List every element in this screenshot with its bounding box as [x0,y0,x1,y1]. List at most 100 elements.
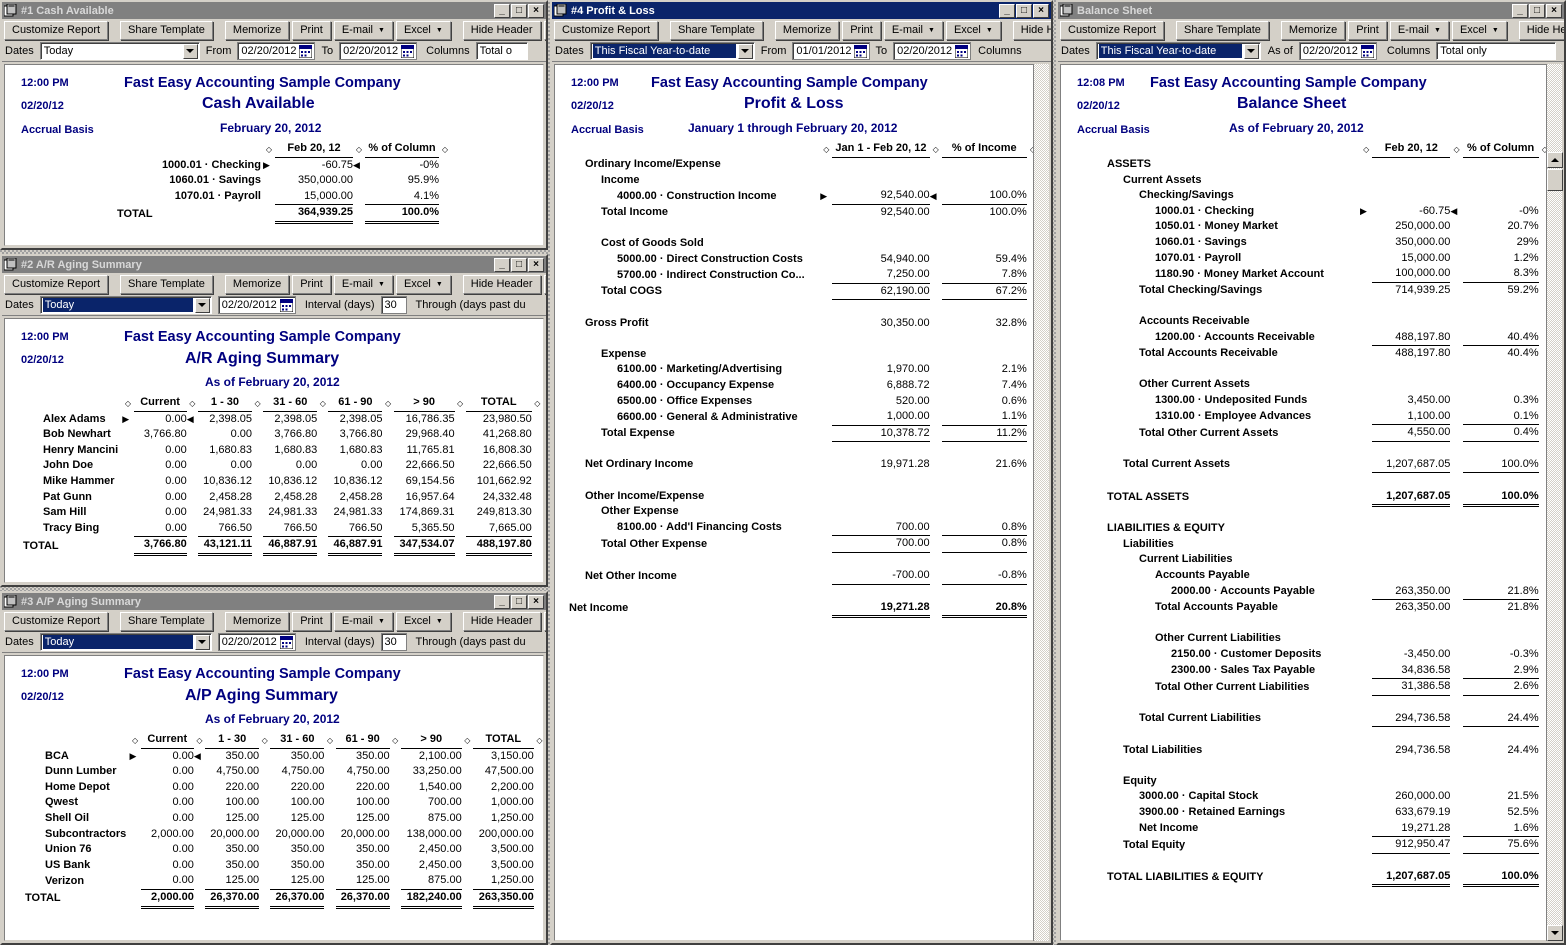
table-row[interactable]: Henry Mancini0.001,680.831,680.831,680.8… [23,443,543,459]
row-expand-icon[interactable]: ▶ [129,748,140,764]
table-row[interactable]: 1180.90 · Money Market Account100,000.00… [1091,266,1548,282]
email-button[interactable]: E-mail▼ [334,612,393,631]
row-expand-icon[interactable]: ▶ [820,188,832,204]
maximize-button[interactable]: □ [511,4,527,18]
table-row[interactable]: 1060.01 · Savings 350,000.00 95.9% [115,173,451,189]
table-row[interactable]: 6100.00 · Marketing/Advertising1,970.002… [569,362,1037,378]
email-button[interactable]: E-mail▼ [334,275,393,294]
memorize-button[interactable]: Memorize [775,21,839,40]
table-row[interactable]: Net Income19,271.281.6% [1091,821,1548,837]
column-sort-handle[interactable]: ◇ [455,395,466,411]
column-sort-handle[interactable]: ◇ [532,395,543,411]
table-row[interactable]: Total Other Current Assets4,550.000.4% [1091,425,1548,442]
hide-header-button[interactable]: Hide Header [1519,21,1564,40]
table-row[interactable]: Total Income92,540.00100.0% [569,204,1037,220]
hide-header-button[interactable]: Hide Head [1013,21,1051,40]
table-row[interactable]: Pat Gunn0.002,458.282,458.282,458.2816,9… [23,490,543,506]
table-row[interactable]: BCA▶0.00◀350.00350.00350.002,100.003,150… [25,748,544,764]
chevron-down-icon[interactable] [195,298,210,313]
table-row[interactable]: Current Liabilities [1091,552,1548,568]
export-button[interactable]: Exp [544,612,546,631]
table-row[interactable]: 6500.00 · Office Expenses520.000.6% [569,394,1037,410]
memorize-button[interactable]: Memorize [1281,21,1345,40]
table-row[interactable]: 2150.00 · Customer Deposits-3,450.00-0.3… [1091,647,1548,663]
chevron-down-icon[interactable] [738,44,753,59]
row-select-icon[interactable]: ◀ [1450,204,1462,220]
table-row[interactable]: Union 760.00350.00350.00350.002,450.003,… [25,842,544,858]
table-row[interactable]: Total Expense10,378.7211.2% [569,425,1037,442]
column-header[interactable]: 61 - 90 [328,395,382,411]
memorize-button[interactable]: Memorize [225,275,289,294]
column-header[interactable]: TOTAL [473,732,534,748]
close-button[interactable]: × [528,258,544,272]
column-header[interactable]: 1 - 30 [198,395,252,411]
scrollbar-thumb[interactable] [1547,169,1563,191]
column-sort-handle[interactable]: ◇ [1450,141,1462,157]
column-header[interactable]: % of Column [365,141,439,157]
chevron-down-icon[interactable] [183,44,198,59]
column-sort-handle[interactable]: ◇ [129,732,140,748]
share-template-button[interactable]: Share Template [1176,21,1269,40]
table-row[interactable]: Subcontractors2,000.0020,000.0020,000.00… [25,827,544,843]
table-row[interactable]: Total Other Current Liabilities31,386.58… [1091,679,1548,696]
column-header[interactable]: Feb 20, 12 [1372,141,1450,157]
table-row[interactable]: TOTAL ASSETS1,207,687.05100.0% [1091,489,1548,506]
hide-header-button[interactable]: Hide Header [463,612,541,631]
dates-select[interactable]: Today [40,42,200,60]
table-row[interactable]: Other Income/Expense [569,489,1037,505]
table-row[interactable]: 1000.01 · Checking▶-60.75◀-0% [1091,204,1548,220]
maximize-button[interactable]: □ [511,595,527,609]
column-header[interactable]: % of Income [942,141,1027,157]
titlebar-profit-and-loss[interactable]: #4 Profit & Loss _ □ × [552,2,1051,19]
asof-date-input[interactable]: 02/20/2012 [218,633,296,651]
column-header[interactable]: 1 - 30 [205,732,259,748]
excel-button[interactable]: Excel▼ [396,275,451,294]
column-sort-handle[interactable]: ◇ [439,141,451,157]
column-header[interactable]: Current [134,395,187,411]
table-row[interactable]: Expense [569,347,1037,363]
table-row[interactable]: Accounts Payable [1091,568,1548,584]
titlebar-ap-aging-summary[interactable]: #3 A/P Aging Summary _ □ × [2,593,546,610]
row-expand-icon[interactable]: ▶ [122,411,133,427]
column-header[interactable]: TOTAL [466,395,532,411]
table-row[interactable]: Total Equity912,950.4775.6% [1091,837,1548,854]
print-button[interactable]: Print [1348,21,1387,40]
table-row[interactable]: TOTAL LIABILITIES & EQUITY1,207,687.0510… [1091,869,1548,886]
minimize-button[interactable]: _ [999,4,1015,18]
window-ap-aging-summary[interactable]: #3 A/P Aging Summary _ □ × Customize Rep… [0,591,548,945]
close-button[interactable]: × [1546,4,1562,18]
asof-date-input[interactable]: 02/20/2012 [218,296,296,314]
table-row[interactable]: Alex Adams▶0.00◀2,398.052,398.052,398.05… [23,411,543,427]
table-row[interactable]: Bob Newhart3,766.800.003,766.803,766.802… [23,427,543,443]
table-row[interactable]: 5000.00 · Direct Construction Costs54,94… [569,252,1037,268]
table-row[interactable]: 5700.00 · Indirect Construction Co...7,2… [569,267,1037,283]
table-row[interactable]: Qwest0.00100.00100.00100.00700.001,000.0… [25,795,544,811]
column-header[interactable]: Feb 20, 12 [275,141,353,157]
table-row[interactable]: 3900.00 · Retained Earnings633,679.1952.… [1091,805,1548,821]
minimize-button[interactable]: _ [1512,4,1528,18]
window-balance-sheet[interactable]: Balance Sheet _ □ × Customize Report Sha… [1056,0,1566,945]
column-header[interactable]: 61 - 90 [336,732,390,748]
table-row[interactable]: 2300.00 · Sales Tax Payable34,836.582.9% [1091,663,1548,679]
table-row[interactable]: 1000.01 · Checking ▶ -60.75 ◀ -0% [115,157,451,173]
excel-button[interactable]: Excel▼ [396,612,451,631]
table-row[interactable]: 6400.00 · Occupancy Expense6,888.727.4% [569,378,1037,394]
column-header[interactable]: Jan 1 - Feb 20, 12 [832,141,929,157]
from-date-input[interactable]: 01/01/2012 [792,42,870,60]
chevron-down-icon[interactable] [1244,44,1259,59]
table-row[interactable]: John Doe0.000.000.000.0022,666.5022,666.… [23,458,543,474]
column-sort-handle[interactable]: ◇ [263,141,275,157]
table-row[interactable]: Total Current Assets1,207,687.05100.0% [1091,457,1548,473]
close-button[interactable]: × [528,4,544,18]
print-button[interactable]: Print [292,612,331,631]
excel-button[interactable]: Excel▼ [946,21,1001,40]
table-row[interactable]: Home Depot0.00220.00220.00220.001,540.00… [25,780,544,796]
table-row[interactable]: ASSETS [1091,157,1548,173]
from-date-input[interactable]: 02/20/2012 [237,42,315,60]
table-row[interactable]: 3000.00 · Capital Stock260,000.0021.5% [1091,789,1548,805]
table-row[interactable]: Mike Hammer0.0010,836.1210,836.1210,836.… [23,474,543,490]
row-expand-icon[interactable]: ▶ [263,157,275,173]
memorize-button[interactable]: Memorize [225,612,289,631]
vertical-scrollbar[interactable] [1546,64,1562,941]
excel-button[interactable]: Excel▼ [396,21,451,40]
